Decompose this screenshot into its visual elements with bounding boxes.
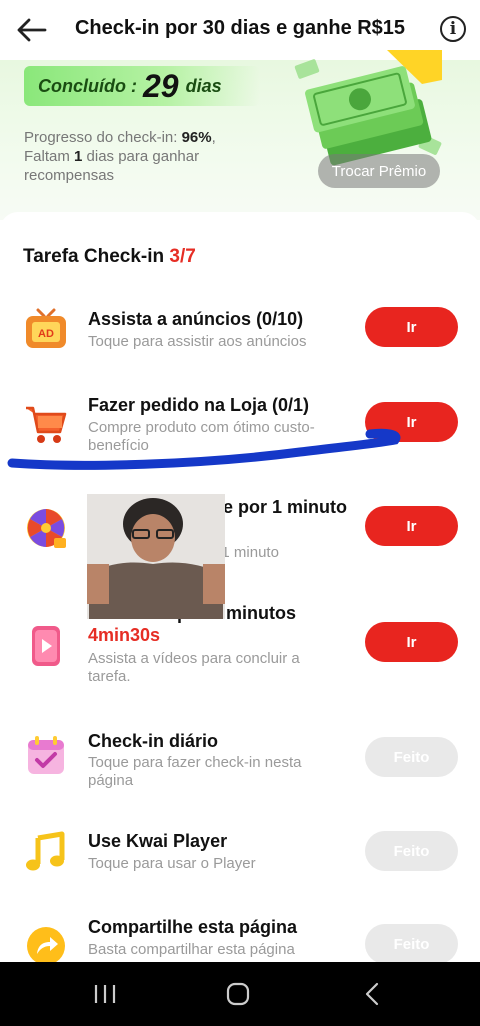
done-button[interactable]: Feito [365,737,458,777]
completed-badge: Concluído : 29 dias [24,66,260,106]
task-name: Assista a anúncios (0/10) [88,309,304,329]
prize-wheel-icon [24,506,68,550]
progress-value: 96% [181,129,212,146]
system-nav-bar [0,962,480,1026]
page-title: Check-in por 30 dias e ganhe R$15 [74,17,406,39]
info-icon[interactable]: i [440,16,466,42]
progress-suffix: , [211,129,216,146]
music-note-icon [24,830,68,874]
completed-label: Concluído : [38,75,137,96]
system-back-icon[interactable] [360,982,386,1006]
arrow-left-icon[interactable] [16,14,48,46]
shopping-cart-icon [24,402,68,446]
swap-prize-button[interactable]: Trocar Prêmio [318,154,440,188]
task-desc: Compre produto com ótimo custo-benefício [88,419,315,454]
task-desc: Toque para assistir aos anúncios [88,333,307,350]
task-section-title: Tarefa Check-in 3/7 [23,246,196,268]
calendar-check-icon [24,734,68,778]
go-button[interactable]: Ir [365,622,458,662]
task-desc: Toque para fazer check-in nesta página [88,754,302,789]
completed-days: 29 [142,67,179,104]
remaining-prefix: Faltam [24,148,75,165]
completed-unit: dias [185,75,222,96]
task-timer: 4min30s [88,625,161,645]
task-section-count: 3/7 [169,246,196,267]
person-overlay-image [87,494,225,619]
task-name: Compartilhe esta página [88,917,298,937]
task-desc: Assista a vídeos para concluir a tarefa. [88,650,300,685]
task-section-label: Tarefa Check-in [23,246,170,267]
go-button[interactable]: Ir [365,402,458,442]
done-button[interactable]: Feito [365,924,458,964]
recent-apps-icon[interactable] [92,982,118,1006]
home-icon[interactable] [225,982,251,1006]
done-button[interactable]: Feito [365,831,458,871]
task-desc: Toque para usar o Player [88,855,256,872]
progress-prefix: Progresso do check-in: [24,129,182,146]
go-button[interactable]: Ir [365,307,458,347]
task-name: Fazer pedido na Loja (0/1) [88,395,310,415]
progress-description: Progresso do check-in: 96%, Faltam 1 dia… [24,128,264,185]
video-play-icon [24,624,68,668]
task-desc: Basta compartilhar esta página [88,941,295,958]
task-name: Use Kwai Player [88,831,228,851]
task-name: Check-in diário [88,731,219,751]
go-button[interactable]: Ir [365,506,458,546]
tv-ad-icon: AD [24,308,68,352]
svg-text:AD: AD [38,328,54,340]
